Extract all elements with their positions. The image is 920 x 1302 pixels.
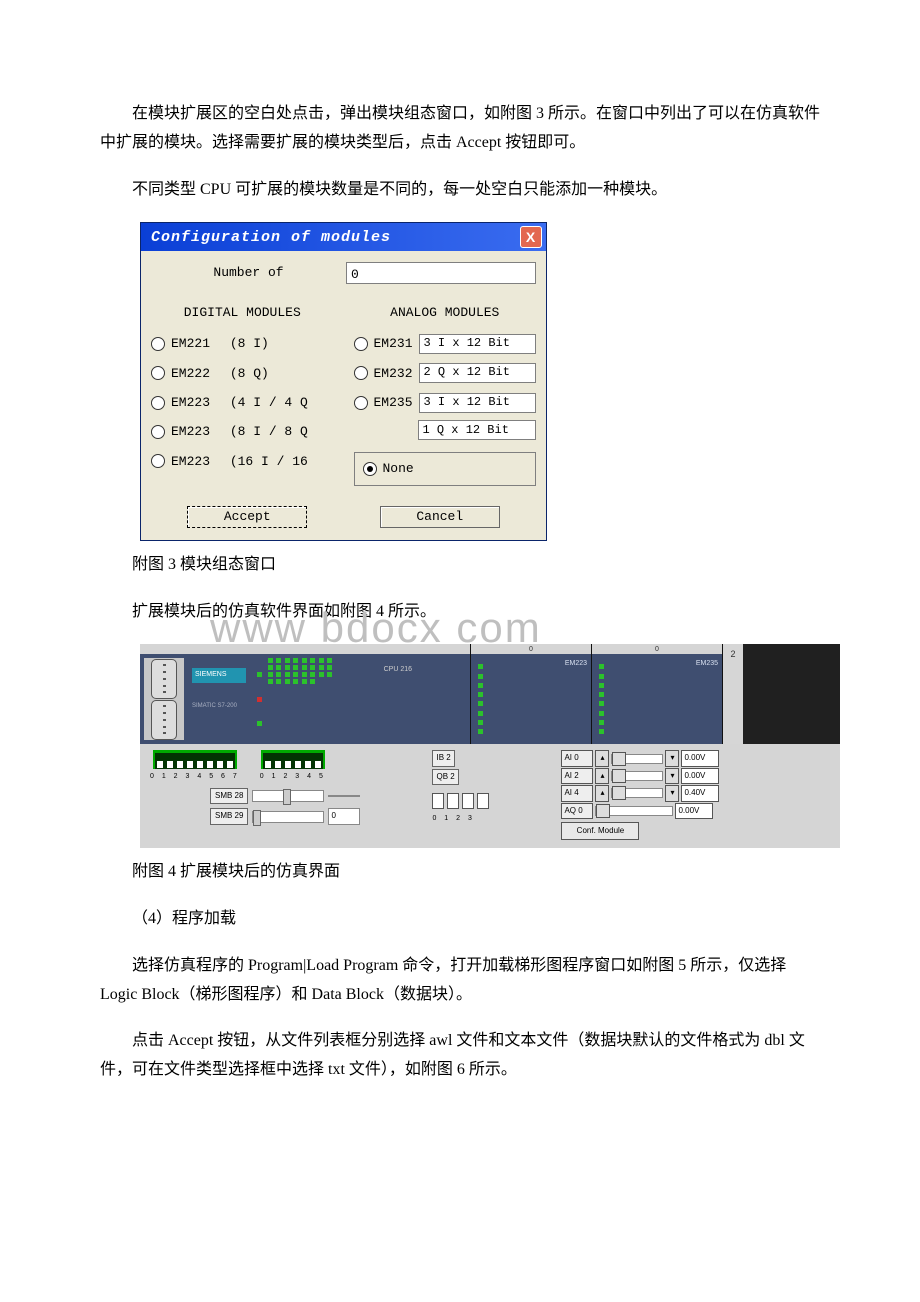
ai2-up[interactable]: ▴ [595, 768, 609, 784]
opt-em221-name: EM221 [171, 332, 210, 355]
opt-em223a-desc: (4 I / 4 Q [230, 391, 308, 414]
cpu-label: CPU 216 [336, 658, 418, 740]
dip-switch-6[interactable] [261, 750, 325, 769]
opt-em223c-desc: (16 I / 16 [230, 450, 308, 473]
slot-1-header: 0 [592, 644, 722, 654]
ai4-up[interactable]: ▴ [595, 785, 609, 801]
radio-em223-4[interactable] [151, 396, 165, 410]
opt-em232-desc: 2 Q x 12 Bit [419, 363, 536, 383]
port-icon [144, 658, 184, 740]
ai0-slider[interactable] [611, 754, 663, 764]
ai0-key: AI 0 [561, 750, 593, 766]
radio-em235[interactable] [354, 396, 368, 410]
dialog-titlebar: Configuration of modules X [141, 223, 546, 251]
ib2-label: IB 2 [432, 750, 454, 766]
ai2-slider[interactable] [611, 771, 663, 781]
smb29-value: 0 [328, 808, 360, 824]
number-of-label: Number of [151, 261, 346, 284]
para-6: 点击 Accept 按钮，从文件列表框分别选择 awl 文件和文本文件（数据块默… [100, 1027, 820, 1085]
digital-modules-header: DIGITAL MODULES [151, 301, 334, 324]
ext1-label: EM223 [565, 658, 587, 740]
ai4-dn[interactable]: ▾ [665, 785, 679, 801]
close-icon[interactable]: X [520, 226, 542, 248]
family-label: SIMATIC S7-200 [192, 701, 246, 712]
slot-0-header: 0 [471, 644, 591, 654]
radio-em221[interactable] [151, 337, 165, 351]
dialog-title: Configuration of modules [151, 224, 391, 251]
sw-labels: 0 1 2 3 [432, 813, 489, 826]
radio-em232[interactable] [354, 366, 368, 380]
para-5: 选择仿真程序的 Program|Load Program 命令，打开加载梯形图程… [100, 952, 820, 1010]
aq0-key: AQ 0 [561, 803, 593, 819]
config-modules-dialog: Configuration of modules X Number of 0 D… [140, 222, 547, 540]
radio-em222[interactable] [151, 366, 165, 380]
dip6-labels: 0 1 2 3 4 5 [260, 771, 326, 784]
smb29-tag: SMB 29 [210, 808, 248, 824]
smb28-slider[interactable] [252, 790, 324, 802]
brand-label: SIEMENS [192, 668, 246, 683]
ai2-dn[interactable]: ▾ [665, 768, 679, 784]
opt-extra-desc: 1 Q x 12 Bit [418, 420, 537, 440]
io-switches[interactable] [432, 793, 489, 809]
ai0-up[interactable]: ▴ [595, 750, 609, 766]
opt-em235-desc: 3 I x 12 Bit [419, 393, 536, 413]
smb29-slider[interactable] [252, 811, 324, 823]
opt-em223c-name: EM223 [171, 450, 210, 473]
opt-em222-name: EM222 [171, 362, 210, 385]
ai4-val: 0.40V [681, 785, 719, 801]
radio-none[interactable] [363, 462, 377, 476]
opt-em231-name: EM231 [374, 332, 413, 355]
slot-2-label: 2 [723, 644, 743, 744]
status-leds [254, 658, 264, 740]
opt-em223b-desc: (8 I / 8 Q [230, 420, 308, 443]
cancel-button[interactable]: Cancel [380, 506, 500, 528]
accept-button[interactable]: Accept [187, 506, 307, 528]
opt-none-label: None [383, 457, 414, 480]
para-2: 不同类型 CPU 可扩展的模块数量是不同的，每一处空白只能添加一种模块。 [100, 176, 820, 205]
radio-em223-16[interactable] [151, 454, 165, 468]
radio-em223-8[interactable] [151, 425, 165, 439]
qb2-label: QB 2 [432, 769, 458, 785]
opt-em223a-name: EM223 [171, 391, 210, 414]
conf-module-button[interactable]: Conf. Module [561, 822, 639, 840]
opt-em232-name: EM232 [374, 362, 413, 385]
ai2-val: 0.00V [681, 768, 719, 784]
ai4-slider[interactable] [611, 788, 663, 798]
opt-em223b-name: EM223 [171, 420, 210, 443]
para-3: 扩展模块后的仿真软件界面如附图 4 所示。 [100, 598, 820, 627]
ext2-label: EM235 [696, 658, 718, 740]
para-1: 在模块扩展区的空白处点击，弹出模块组态窗口，如附图 3 所示。在窗口中列出了可以… [100, 100, 820, 158]
para-4: （4）程序加载 [100, 905, 820, 934]
number-of-field[interactable]: 0 [346, 262, 536, 284]
caption-3: 附图 3 模块组态窗口 [100, 551, 820, 580]
opt-em235-name: EM235 [374, 391, 413, 414]
smb28-tag: SMB 28 [210, 788, 248, 804]
radio-em231[interactable] [354, 337, 368, 351]
ai0-val: 0.00V [681, 750, 719, 766]
ai0-dn[interactable]: ▾ [665, 750, 679, 766]
simulator-screenshot: SIEMENS SIMATIC S7-200 CPU 216 0 [140, 644, 840, 848]
opt-em231-desc: 3 I x 12 Bit [419, 334, 536, 354]
analog-modules-header: ANALOG MODULES [354, 301, 537, 324]
ai2-key: AI 2 [561, 768, 593, 784]
smb28-value [328, 795, 360, 797]
aq0-val: 0.00V [675, 803, 713, 819]
opt-em221-desc: (8 I) [230, 332, 269, 355]
opt-em222-desc: (8 Q) [230, 362, 269, 385]
dip8-labels: 0 1 2 3 4 5 6 7 [150, 771, 240, 784]
aq0-bar [595, 806, 673, 816]
ai4-key: AI 4 [561, 785, 593, 801]
caption-4: 附图 4 扩展模块后的仿真界面 [100, 858, 820, 887]
dip-switch-8[interactable] [153, 750, 237, 769]
